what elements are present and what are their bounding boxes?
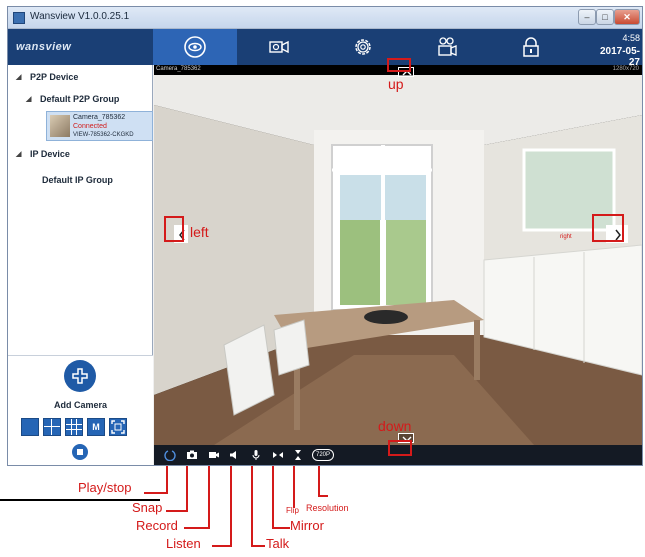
lock-icon xyxy=(523,37,539,57)
add-camera-label: Add Camera xyxy=(53,400,107,410)
collapse-triangle-icon[interactable]: ◢ xyxy=(26,95,31,103)
callout-line xyxy=(166,466,168,493)
device-sidebar: ◢ P2P Device ◢ Default P2P Group Camera_… xyxy=(8,65,153,465)
date-time-display: 4:58 2017-05-27 xyxy=(594,33,640,68)
microphone-icon[interactable] xyxy=(250,449,262,461)
annotation-play-stop: Play/stop xyxy=(78,480,132,495)
camera-film-icon xyxy=(438,37,457,56)
fullscreen-icon xyxy=(111,420,125,434)
annotation-down-box xyxy=(388,440,412,456)
tab-playback[interactable] xyxy=(237,29,321,65)
tree-ip-device-label: IP Device xyxy=(30,149,70,159)
annotation-right-box xyxy=(592,214,624,242)
camera-feed-image xyxy=(154,75,642,445)
annotation-up-box xyxy=(387,58,411,72)
annotation-right: right xyxy=(560,234,572,240)
callout-line xyxy=(166,510,188,512)
callout-line xyxy=(293,466,295,508)
stop-all-button[interactable] xyxy=(72,444,88,460)
app-icon xyxy=(13,12,25,24)
gear-icon xyxy=(355,39,371,55)
annotation-up: up xyxy=(388,76,404,92)
play-stop-icon[interactable] xyxy=(164,449,176,461)
flip-icon[interactable] xyxy=(292,449,304,461)
collapse-triangle-icon[interactable]: ◢ xyxy=(16,73,21,81)
annotation-listen: Listen xyxy=(166,536,201,551)
annotation-flip: Flip xyxy=(286,506,299,515)
tree-default-p2p-group-label: Default P2P Group xyxy=(40,94,120,104)
annotation-left: left xyxy=(190,224,209,240)
collapse-triangle-icon[interactable]: ◢ xyxy=(16,150,21,158)
annotation-left-box xyxy=(164,216,184,242)
callout-line xyxy=(272,527,290,529)
add-camera-button[interactable] xyxy=(64,360,96,392)
tree-default-ip-group-label: Default IP Group xyxy=(42,175,113,185)
camera-name: Camera_785362 xyxy=(73,114,126,121)
maximize-button[interactable]: □ xyxy=(596,9,614,25)
eye-icon xyxy=(184,36,206,58)
callout-line xyxy=(318,495,328,497)
app-window: Wansview V1.0.0.25.1 – □ ✕ wansview 4:58… xyxy=(7,6,643,466)
tab-recording[interactable] xyxy=(405,29,489,65)
close-button[interactable]: ✕ xyxy=(614,9,640,25)
layout-m-label: M xyxy=(92,422,100,432)
callout-line xyxy=(318,466,320,496)
camera-list-item[interactable]: Camera_785362 Connected VIEW-785362-CKGK… xyxy=(46,111,153,141)
annotation-down: down xyxy=(378,418,412,434)
layout-9-button[interactable] xyxy=(65,418,83,436)
camera-thumbnail xyxy=(50,115,70,137)
tab-lock[interactable] xyxy=(489,29,573,65)
resolution-button[interactable]: 720P xyxy=(312,449,334,461)
annotation-talk: Talk xyxy=(266,536,290,551)
callout-line xyxy=(144,492,168,494)
video-playback-icon xyxy=(269,40,289,54)
clock-time: 4:58 xyxy=(622,33,640,43)
annotation-record: Record xyxy=(136,518,178,533)
callout-line xyxy=(186,466,188,511)
tree-p2p-device-label: P2P Device xyxy=(30,72,79,82)
mirror-icon[interactable] xyxy=(272,449,284,461)
speaker-icon[interactable] xyxy=(228,449,240,461)
top-navigation: wansview 4:58 2017-05-27 xyxy=(8,29,642,68)
annotation-snap: Snap xyxy=(132,500,163,515)
fullscreen-button[interactable] xyxy=(109,418,127,436)
live-video-view[interactable]: Camera_785362 1280x720 xyxy=(154,65,642,445)
layout-m-button[interactable]: M xyxy=(87,418,105,436)
callout-line xyxy=(212,545,232,547)
annotation-resolution: Resolution xyxy=(306,503,349,513)
snapshot-camera-icon[interactable] xyxy=(186,449,198,461)
callout-line xyxy=(251,466,253,546)
callout-line xyxy=(208,466,210,528)
tab-live-view[interactable] xyxy=(153,29,237,65)
window-title: Wansview V1.0.0.25.1 xyxy=(30,11,130,22)
video-resolution-readout: 1280x720 xyxy=(612,66,639,72)
brand-logo: wansview xyxy=(16,41,72,53)
callout-line xyxy=(272,466,274,528)
minimize-button[interactable]: – xyxy=(578,9,596,25)
layout-1-button[interactable] xyxy=(21,418,39,436)
camera-status: Connected xyxy=(73,123,107,130)
callout-line xyxy=(184,527,210,529)
title-bar: Wansview V1.0.0.25.1 – □ ✕ xyxy=(8,7,642,29)
callout-line xyxy=(251,545,265,547)
record-video-icon[interactable] xyxy=(208,449,220,461)
annotation-mirror: Mirror xyxy=(290,518,324,533)
camera-id: VIEW-785362-CKGKD xyxy=(73,132,134,138)
plus-icon xyxy=(72,368,88,384)
sidebar-controls: Add Camera M xyxy=(8,355,153,465)
callout-line xyxy=(230,466,232,546)
video-camera-label: Camera_785362 xyxy=(156,66,201,72)
stop-icon xyxy=(77,449,83,455)
layout-4-button[interactable] xyxy=(43,418,61,436)
